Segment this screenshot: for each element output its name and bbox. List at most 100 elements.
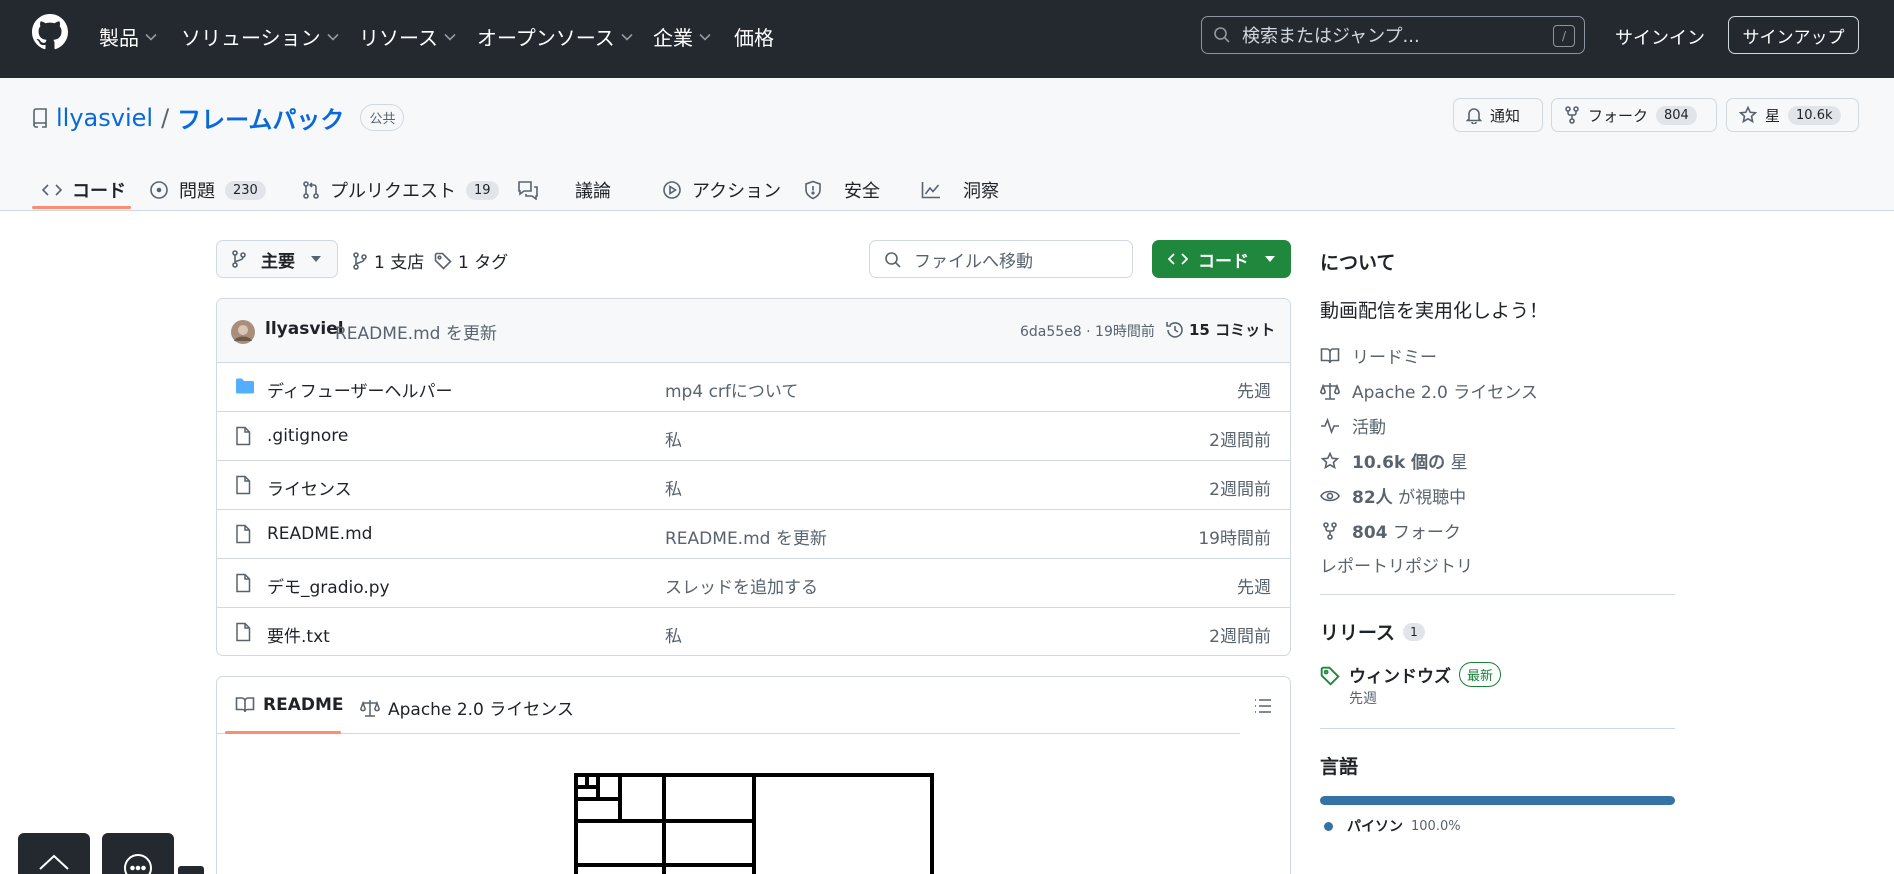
history-icon — [1166, 321, 1183, 338]
file-date: 先週 — [1237, 382, 1271, 402]
nav-enterprise[interactable]: 企業 — [653, 22, 711, 51]
file-name[interactable]: README.md — [267, 524, 372, 544]
scroll-top-button[interactable] — [18, 833, 90, 874]
divider — [1320, 728, 1675, 729]
file-name[interactable]: ライセンス — [267, 475, 352, 500]
file-date: 先週 — [1237, 578, 1271, 598]
watchers-link[interactable]: 82人 が視聴中 — [1320, 483, 1466, 508]
commit-hash-time[interactable]: 6da55e8 · 19時間前 — [1020, 321, 1155, 341]
nav-resources[interactable]: リソース — [359, 22, 456, 51]
watching-count: 82人 — [1352, 488, 1393, 508]
release-date: 先週 — [1349, 691, 1377, 707]
language-dot — [1324, 821, 1333, 831]
readme-tabs: README Apache 2.0 ライセンス — [217, 677, 1240, 734]
notifications-button[interactable]: 通知 — [1453, 98, 1543, 132]
star-button[interactable]: 星 10.6k — [1726, 98, 1859, 132]
file-commit-message[interactable]: mp4 crfについて — [665, 377, 798, 402]
tag-icon — [434, 252, 452, 270]
code-button-label: コード — [1198, 251, 1249, 272]
watching-label: が視聴中 — [1398, 488, 1467, 508]
nav-products[interactable]: 製品 — [99, 22, 157, 51]
file-name[interactable]: 要件.txt — [267, 622, 330, 647]
signin-link[interactable]: サインイン — [1615, 24, 1705, 50]
tab-issues-count: 230 — [225, 180, 266, 200]
readme-link[interactable]: リードミー — [1320, 343, 1437, 368]
latest-commit-bar: llyasviel README.md を更新 6da55e8 · 19時間前 … — [217, 299, 1290, 363]
commit-message[interactable]: README.md を更新 — [335, 319, 497, 344]
tab-license[interactable]: Apache 2.0 ライセンス — [360, 695, 574, 720]
readme-link-label: リードミー — [1352, 348, 1437, 368]
repo-owner-link[interactable]: llyasviel — [56, 104, 153, 132]
report-repository-link[interactable]: レポートリポジトリ — [1320, 552, 1473, 577]
language-item[interactable]: パイソン 100.0% — [1324, 816, 1461, 836]
file-icon — [236, 475, 251, 495]
signup-button[interactable]: サインアップ — [1728, 16, 1859, 54]
file-commit-message[interactable]: スレッドを追加する — [665, 573, 818, 598]
fork-button[interactable]: フォーク 804 — [1551, 98, 1717, 132]
license-link[interactable]: Apache 2.0 ライセンス — [1320, 378, 1538, 403]
avatar[interactable] — [231, 320, 255, 344]
readme-panel: README Apache 2.0 ライセンス — [216, 676, 1291, 874]
stars-label: 星 — [1450, 453, 1468, 473]
languages-heading: 言語 — [1320, 756, 1359, 778]
license-link-label: Apache 2.0 ライセンス — [1352, 383, 1538, 403]
forks-link[interactable]: 804 フォーク — [1320, 518, 1461, 543]
repo-description: 動画配信を実用化しよう！ — [1320, 300, 1549, 322]
file-name[interactable]: デモ_gradio.py — [267, 573, 390, 598]
nav-solutions[interactable]: ソリューション — [181, 22, 339, 51]
nav-pricing-label: 価格 — [734, 26, 774, 50]
tab-security[interactable]: 安全 — [804, 170, 880, 210]
code-icon — [42, 184, 62, 196]
file-commit-message[interactable]: 私 — [665, 475, 682, 500]
branch-selector[interactable]: 主要 — [216, 240, 338, 278]
stars-link[interactable]: 10.6k 個の 星 — [1320, 448, 1468, 473]
stars-count: 10.6k 個の — [1352, 453, 1446, 473]
file-date: 2週間前 — [1209, 627, 1271, 647]
tab-pull-requests[interactable]: プルリクエスト 19 — [302, 170, 499, 210]
file-name[interactable]: .gitignore — [267, 426, 348, 446]
chat-bubble-icon — [124, 854, 152, 874]
book-icon — [1320, 347, 1340, 363]
nav-open-source[interactable]: オープンソース — [477, 22, 633, 51]
repo-title: llyasviel / フレームパック 公共 — [32, 100, 405, 135]
commits-link[interactable]: 15 コミット — [1165, 319, 1275, 340]
file-row[interactable]: ライセンス 私 2週間前 — [217, 461, 1290, 510]
file-row[interactable]: .gitignore 私 2週間前 — [217, 412, 1290, 461]
tab-pull-requests-count: 19 — [466, 180, 499, 200]
tags-link[interactable]: 1 タグ — [434, 248, 508, 273]
global-search-input[interactable]: 検索またはジャンプ... / — [1201, 16, 1585, 54]
file-commit-message[interactable]: 私 — [665, 622, 682, 647]
branches-link[interactable]: 1 支店 — [352, 248, 424, 273]
branches-label: 1 支店 — [374, 253, 425, 273]
tab-discussions[interactable]: 議論 — [517, 170, 611, 210]
file-row[interactable]: 要件.txt 私 2週間前 — [217, 608, 1290, 655]
release-item[interactable]: ウィンドウズ 最新 — [1349, 662, 1502, 687]
tab-readme[interactable]: README — [235, 695, 344, 715]
branch-icon — [353, 251, 367, 270]
tab-code[interactable]: コード — [42, 170, 126, 210]
code-dropdown-button[interactable]: コード — [1152, 240, 1291, 278]
tab-security-label: 安全 — [844, 181, 880, 202]
releases-heading[interactable]: リリース 1 — [1320, 618, 1425, 645]
notifications-label: 通知 — [1490, 106, 1521, 125]
outline-list-icon[interactable] — [1254, 697, 1272, 715]
file-row[interactable]: デモ_gradio.py スレッドを追加する 先週 — [217, 559, 1290, 608]
file-commit-message[interactable]: README.md を更新 — [665, 524, 827, 549]
repo-name-link[interactable]: フレームパック — [177, 100, 344, 135]
tab-insights[interactable]: 洞察 — [921, 170, 999, 210]
tab-actions[interactable]: アクション — [662, 170, 781, 210]
activity-link[interactable]: 活動 — [1320, 413, 1386, 438]
branch-icon — [232, 250, 246, 268]
tab-pull-requests-label: プルリクエスト — [330, 181, 456, 202]
github-logo-icon[interactable] — [32, 14, 68, 50]
file-commit-message[interactable]: 私 — [665, 426, 682, 451]
file-search-input[interactable]: ファイルへ移動 — [869, 240, 1133, 278]
file-row[interactable]: ディフューザーヘルパー mp4 crfについて 先週 — [217, 363, 1290, 412]
divider — [1320, 594, 1675, 595]
tab-issues[interactable]: 問題 230 — [149, 170, 266, 210]
nav-pricing[interactable]: 価格 — [734, 22, 774, 51]
file-row[interactable]: README.md README.md を更新 19時間前 — [217, 510, 1290, 559]
file-name[interactable]: ディフューザーヘルパー — [267, 377, 452, 402]
commit-author[interactable]: llyasviel — [265, 319, 344, 339]
chat-button[interactable] — [102, 833, 174, 874]
